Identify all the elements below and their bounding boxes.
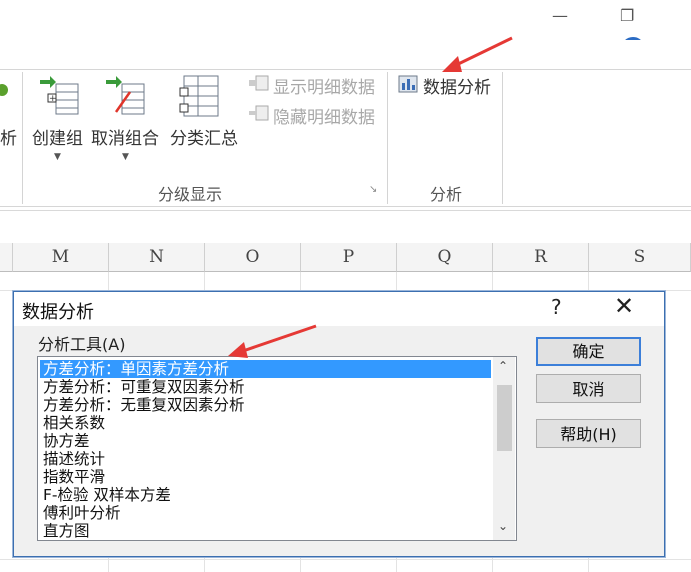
tools-listbox[interactable]: 方差分析：单因素方差分析 方差分析：可重复双因素分析 方差分析：无重复双因素分析… — [37, 356, 517, 541]
list-item[interactable]: 直方图 — [40, 522, 491, 540]
tools-label: 分析工具(A) — [38, 335, 126, 354]
list-item[interactable]: 协方差 — [40, 432, 491, 450]
partial-tool-icon — [0, 84, 8, 96]
data-analysis-dialog: 数据分析 ? ✕ 分析工具(A) 方差分析：单因素方差分析 方差分析：可重复双因… — [13, 291, 665, 557]
list-item[interactable]: 方差分析：无重复双因素分析 — [40, 396, 491, 414]
svg-text:+: + — [49, 94, 57, 104]
list-item[interactable]: 描述统计 — [40, 450, 491, 468]
list-item[interactable]: 傅利叶分析 — [40, 504, 491, 522]
help-button[interactable]: 帮助(H) — [536, 419, 641, 448]
column-header-m[interactable]: M — [13, 243, 109, 272]
ok-button[interactable]: 确定 — [536, 337, 641, 366]
formula-bar-border — [0, 210, 691, 211]
scroll-down-icon[interactable]: ⌄ — [498, 519, 508, 533]
dialog-title: 数据分析 — [22, 302, 94, 323]
ribbon: 析 + 创建组 ▼ 取消组合 ▼ 分类汇总 显示明细数据 隐藏明细数据 分级显示… — [0, 40, 691, 210]
scrollbar-thumb[interactable] — [497, 385, 512, 451]
dialog-close-icon[interactable]: ✕ — [614, 292, 634, 320]
ungroup-dropdown-icon[interactable]: ▼ — [122, 152, 129, 162]
analysis-group-label: 分析 — [430, 185, 463, 204]
minimize-icon[interactable]: — — [552, 6, 568, 26]
column-header-o[interactable]: O — [205, 243, 301, 272]
outline-group-label: 分级显示 — [158, 185, 223, 204]
column-header-r[interactable]: R — [493, 243, 589, 272]
cancel-button[interactable]: 取消 — [536, 374, 641, 403]
title-bar: — ❐ ⌂ ? ▭ ▭ — [0, 0, 691, 61]
column-header-p[interactable]: P — [301, 243, 397, 272]
show-detail-button[interactable]: 显示明细数据 — [273, 73, 375, 98]
show-detail-icon — [249, 75, 269, 91]
hide-detail-icon — [249, 105, 269, 121]
list-item[interactable]: 方差分析：可重复双因素分析 — [40, 378, 491, 396]
scroll-up-icon[interactable]: ⌃ — [498, 359, 508, 373]
column-header-n[interactable]: N — [109, 243, 205, 272]
column-header-partial — [0, 243, 13, 272]
column-header-s[interactable]: S — [589, 243, 691, 272]
ungroup-icon — [106, 76, 145, 115]
dialog-help-icon[interactable]: ? — [551, 295, 562, 319]
column-header-q[interactable]: Q — [397, 243, 493, 272]
list-item[interactable]: 相关系数 — [40, 414, 491, 432]
group-dropdown-icon[interactable]: ▼ — [54, 152, 61, 162]
group-button[interactable]: 创建组 — [32, 124, 83, 149]
list-item[interactable]: 方差分析：单因素方差分析 — [40, 360, 491, 378]
list-item[interactable]: 指数平滑 — [40, 468, 491, 486]
list-item[interactable]: F-检验 双样本方差 — [40, 486, 491, 504]
partial-ribbon-label: 析 — [0, 129, 17, 149]
subtotal-icon — [179, 75, 219, 117]
list-scrollbar[interactable]: ⌃ ⌄ — [493, 357, 515, 540]
data-analysis-button[interactable]: 数据分析 — [423, 73, 491, 98]
outline-launcher-icon[interactable]: ↘ — [369, 184, 377, 195]
group-icon: + — [40, 76, 79, 115]
subtotal-button[interactable]: 分类汇总 — [170, 124, 238, 149]
hide-detail-button[interactable]: 隐藏明细数据 — [273, 103, 375, 128]
data-analysis-icon — [398, 75, 418, 93]
restore-icon[interactable]: ❐ — [620, 6, 634, 26]
ungroup-button[interactable]: 取消组合 — [91, 124, 159, 149]
